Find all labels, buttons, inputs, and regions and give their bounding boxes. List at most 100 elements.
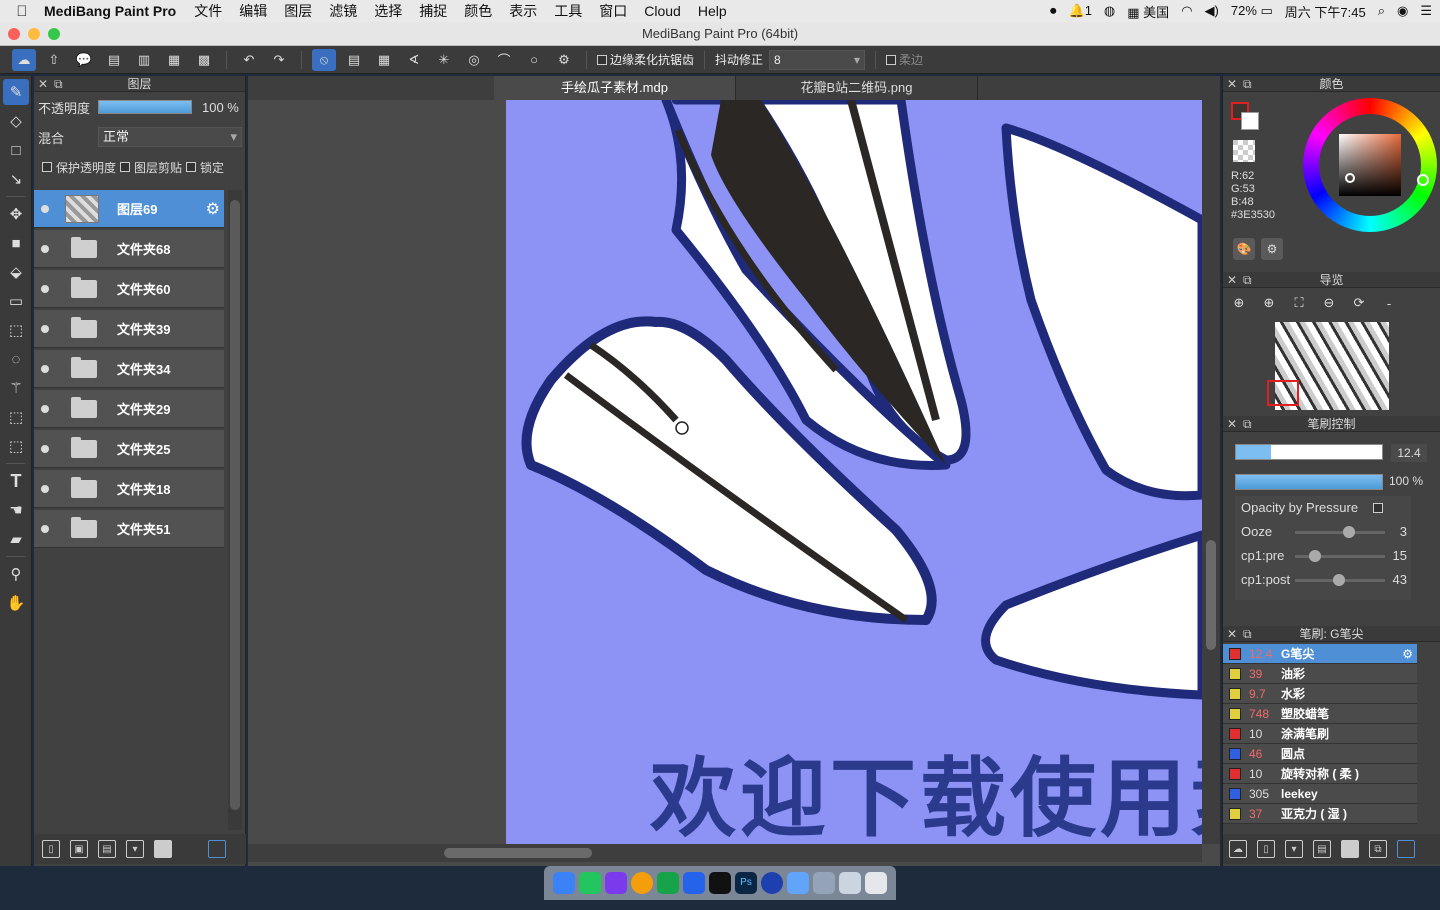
viewport-indicator[interactable] — [1267, 380, 1299, 406]
siri-icon[interactable]: ◉ — [1397, 3, 1408, 19]
fit-screen-icon[interactable]: ⛶ — [1287, 292, 1311, 314]
quicktime-icon[interactable] — [761, 872, 783, 894]
palette-settings-icon[interactable]: ⚙ — [1261, 238, 1283, 260]
select-pen-tool-icon[interactable]: ⬚ — [3, 404, 29, 430]
canvas-vertical-scrollbar[interactable] — [1202, 100, 1220, 844]
brush-item[interactable]: 9.7 水彩 — [1223, 684, 1417, 704]
snap-settings-icon[interactable]: ⚙ — [552, 49, 576, 71]
visibility-icon[interactable] — [41, 404, 49, 413]
new-folder-icon[interactable] — [154, 840, 172, 858]
popout-icon[interactable]: ⧉ — [1243, 626, 1252, 642]
circle-snap-icon[interactable]: ○ — [522, 49, 546, 71]
close-icon[interactable]: ✕ — [38, 76, 48, 92]
menu-edit[interactable]: 编辑 — [239, 1, 267, 21]
magic-wand-tool-icon[interactable]: ⚚ — [3, 375, 29, 401]
brush-item[interactable]: 37 亚克力 ( 湿 ) — [1223, 804, 1417, 824]
hand-tool-icon[interactable]: ✋ — [3, 590, 29, 616]
brush-opacity-slider[interactable] — [1235, 474, 1383, 490]
popout-icon[interactable]: ⧉ — [1243, 272, 1252, 288]
soft-edge-check-icon[interactable] — [886, 54, 897, 65]
navigator-menu-icon[interactable]: - — [1377, 292, 1401, 314]
color-picker-handle[interactable] — [1345, 173, 1355, 183]
trash-icon[interactable] — [865, 872, 887, 894]
saturation-value-square[interactable] — [1339, 134, 1401, 196]
panel-menu-icon[interactable] — [208, 840, 226, 858]
antialias-checkbox[interactable]: 边缘柔化抗锯齿 — [597, 51, 694, 68]
close-icon[interactable]: ✕ — [1227, 272, 1237, 288]
transparent-color-swatch[interactable] — [1233, 140, 1255, 162]
horizontal-scroll-thumb[interactable] — [444, 848, 592, 858]
brush-tool-icon[interactable]: ✎ — [3, 79, 29, 105]
qq-icon[interactable]: 🔔1 — [1069, 3, 1092, 19]
volume-icon[interactable]: ◀) — [1205, 3, 1219, 19]
divide-tool-icon[interactable]: ▰ — [3, 526, 29, 552]
rotate-icon[interactable]: ⟳ — [1347, 292, 1371, 314]
apple-icon[interactable]:  — [0, 3, 44, 20]
hue-ring[interactable] — [1303, 98, 1437, 232]
concentric-snap-icon[interactable]: ◎ — [462, 49, 486, 71]
chat-icon[interactable]: ▤ — [102, 49, 126, 71]
move-tool-icon[interactable]: ✥ — [3, 201, 29, 227]
brush-cloud-icon[interactable]: ☁ — [1229, 840, 1247, 858]
brush-size-value[interactable]: 12.4 — [1391, 444, 1427, 462]
menu-snap[interactable]: 捕捉 — [419, 1, 447, 21]
layer-scrollbar[interactable] — [228, 190, 242, 830]
popout-icon[interactable]: ⧉ — [1243, 76, 1252, 92]
menu-view[interactable]: 表示 — [509, 1, 537, 21]
parallel-snap-icon[interactable]: ▤ — [342, 49, 366, 71]
spotlight-icon[interactable]: ⌕ — [1378, 3, 1385, 19]
chrome-icon[interactable] — [631, 872, 653, 894]
visibility-icon[interactable] — [41, 244, 49, 253]
tab-document-1[interactable]: 手绘瓜子素材.mdp — [494, 76, 736, 100]
notification-center-icon[interactable]: ☰ — [1420, 3, 1432, 19]
clip-checkbox[interactable] — [120, 162, 131, 172]
wechat-dock-icon[interactable] — [657, 872, 679, 894]
perspective-snap-icon[interactable]: ∢ — [402, 49, 426, 71]
curve-snap-icon[interactable]: ⌒ — [492, 49, 516, 71]
brush-item[interactable]: 12.4 G笔尖 ⚙ — [1223, 644, 1417, 664]
new-brush-icon[interactable]: ▯ — [1257, 840, 1275, 858]
folder-item[interactable]: 文件夹39 — [34, 310, 224, 348]
drawing-canvas[interactable]: 欢迎下载使用素 — [506, 100, 1202, 844]
figma-icon[interactable] — [605, 872, 627, 894]
protect-alpha-checkbox[interactable] — [42, 162, 52, 172]
downloads-icon[interactable] — [839, 872, 861, 894]
grid-snap-icon[interactable]: ▦ — [372, 49, 396, 71]
add-brush-menu-icon[interactable]: ▾ — [1285, 840, 1303, 858]
brush-item[interactable]: 305 leekey — [1223, 784, 1417, 804]
menu-window[interactable]: 窗口 — [599, 1, 627, 21]
popout-icon[interactable]: ⧉ — [1243, 416, 1252, 432]
brush-item[interactable]: 46 圆点 — [1223, 744, 1417, 764]
folder-item[interactable]: 文件夹68 — [34, 230, 224, 268]
menu-tools[interactable]: 工具 — [554, 1, 582, 21]
menu-filter[interactable]: 滤镜 — [329, 1, 357, 21]
browser-icon[interactable] — [579, 872, 601, 894]
folder-item[interactable]: 文件夹60 — [34, 270, 224, 308]
radial-snap-icon[interactable]: ✳ — [432, 49, 456, 71]
vertical-scroll-thumb[interactable] — [1206, 540, 1216, 650]
wechat-icon[interactable]: ◍ — [1104, 3, 1115, 19]
brush-item[interactable]: 748 塑胶蜡笔 — [1223, 704, 1417, 724]
brush-size-slider[interactable] — [1235, 444, 1383, 460]
operation-tool-icon[interactable]: ☚ — [3, 497, 29, 523]
stabilizer-select[interactable]: 8 — [769, 49, 866, 70]
cloud-save-icon[interactable]: ☁ — [12, 48, 36, 71]
ooze-slider[interactable] — [1295, 526, 1385, 538]
app-menu[interactable]: MediBang Paint Pro — [44, 3, 176, 19]
cp1-post-slider[interactable] — [1295, 574, 1385, 586]
select-tool-icon[interactable]: ⬚ — [3, 317, 29, 343]
undo-icon[interactable]: ↶ — [237, 49, 261, 71]
record-icon[interactable]: ⏺ — [1050, 3, 1057, 19]
gradient-tool-icon[interactable]: ▭ — [3, 288, 29, 314]
wifi-icon[interactable]: ◠ — [1181, 3, 1192, 19]
redo-icon[interactable]: ↷ — [267, 49, 291, 71]
blend-mode-select[interactable]: 正常 — [98, 127, 242, 147]
menu-help[interactable]: Help — [698, 3, 727, 19]
grid-list-icon[interactable]: ▦ — [162, 49, 186, 71]
dot-tool-icon[interactable]: ↘ — [3, 166, 29, 192]
zoom-in-icon[interactable]: ⊕ — [1227, 292, 1251, 314]
input-source[interactable]: ▦ 美国 — [1127, 2, 1169, 21]
app-icon[interactable] — [683, 872, 705, 894]
select-eraser-tool-icon[interactable]: ⬚ — [3, 433, 29, 459]
opacity-slider[interactable] — [98, 100, 192, 114]
